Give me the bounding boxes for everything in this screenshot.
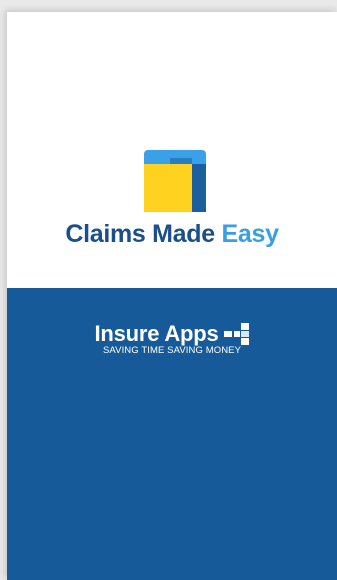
logo-tab — [170, 158, 192, 164]
title-accent-text: Easy — [221, 220, 279, 248]
app-splash-screen: Claims Made Easy Insure Apps SAVING TIME… — [7, 12, 337, 580]
folder-document-icon — [144, 150, 206, 212]
splash-bottom-section: Insure Apps SAVING TIME SAVING MONEY — [7, 288, 337, 580]
brand-block: Insure Apps SAVING TIME SAVING MONEY — [7, 321, 337, 356]
brand-name: Insure Apps — [94, 321, 219, 346]
brand-tagline: SAVING TIME SAVING MONEY — [102, 345, 242, 356]
brand-name-row: Insure Apps — [94, 321, 249, 347]
splash-top-section: Claims Made Easy — [7, 12, 337, 288]
app-title: Claims Made Easy — [7, 220, 337, 249]
squares-logo-icon — [223, 323, 249, 345]
title-main-text: Claims Made — [65, 220, 222, 248]
logo-yellow-panel — [144, 164, 192, 212]
